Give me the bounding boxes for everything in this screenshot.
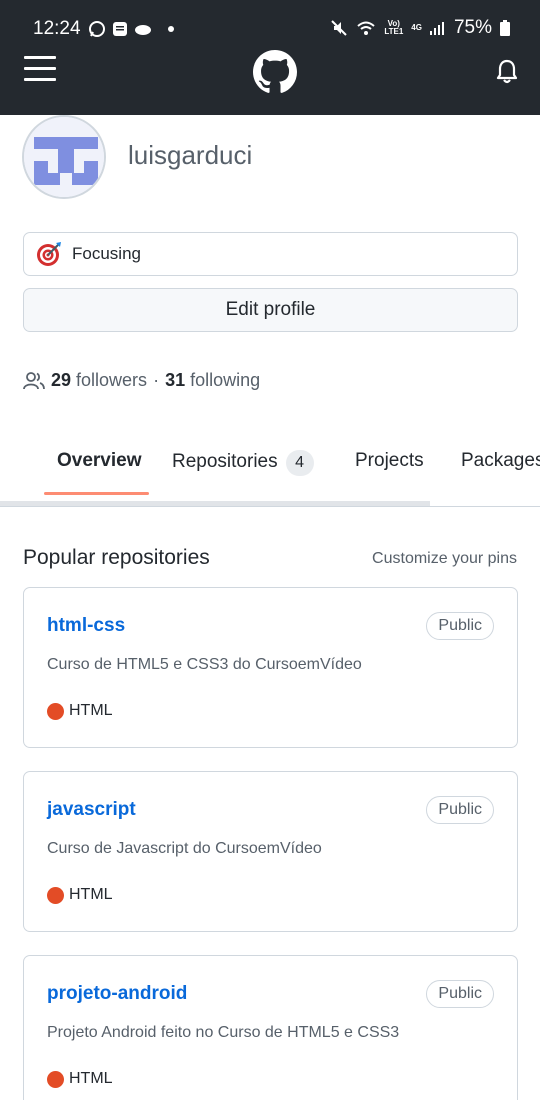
repo-card[interactable]: projeto-android Public Projeto Android f… [23,955,518,1100]
repo-language: HTML [47,886,113,904]
cloud-icon [135,25,151,35]
system-indicators: Vo) LTE1 4G 75% [330,17,510,39]
tab-repositories[interactable]: Repositories 4 [172,450,314,476]
profile-username: luisgarduci [128,140,253,170]
clock: 12:24 [33,18,81,39]
app-header [0,50,540,115]
github-logo[interactable] [252,50,298,94]
target-emoji [37,242,61,266]
mute-icon [331,20,348,36]
repositories-counter: 4 [285,450,314,476]
volte-indicator: Vo) LTE1 [384,19,404,36]
edit-profile-button[interactable]: Edit profile [23,288,518,332]
visibility-badge: Public [426,980,494,1008]
repo-language: HTML [47,702,113,720]
more-notifications-dot [168,26,174,32]
people-icon [23,371,45,389]
separator-dot: · [153,370,160,390]
system-status-bar: 12:24 Vo) LTE1 4G 75% [0,0,540,50]
language-label: HTML [69,886,113,903]
following-count: 31 [165,370,186,390]
following-label: following [190,370,261,390]
wifi-icon [357,21,375,35]
repo-name-link[interactable]: javascript [47,799,136,821]
bell-icon[interactable] [496,58,518,84]
tab-packages[interactable]: Packages [461,450,540,472]
repo-description: Projeto Android feito no Curso de HTML5 … [47,1024,400,1041]
battery-percent: 75% [453,17,492,38]
repo-language: HTML [47,1070,113,1088]
status-text: Focusing [72,244,141,263]
tab-projects[interactable]: Projects [355,450,424,472]
language-label: HTML [69,1070,113,1087]
language-color-dot [47,886,64,904]
followers-label: followers [76,370,148,390]
followers-count: 29 [51,370,72,390]
repo-name-link[interactable]: projeto-android [47,983,187,1005]
visibility-badge: Public [426,796,494,824]
tab-divider [0,506,540,507]
language-color-dot [47,702,64,720]
repo-card[interactable]: html-css Public Curso de HTML5 e CSS3 do… [23,587,518,748]
repo-description: Curso de Javascript do CursoemVídeo [47,840,322,857]
customize-pins-link[interactable]: Customize your pins [372,550,517,568]
repo-name-link[interactable]: html-css [47,615,125,637]
repo-card[interactable]: javascript Public Curso de Javascript do… [23,771,518,932]
whatsapp-icon [89,21,105,37]
visibility-badge: Public [426,612,494,640]
repo-description: Curso de HTML5 e CSS3 do CursoemVídeo [47,656,362,673]
identicon-image [24,117,104,197]
profile-tabs: Overview Repositories 4 Projects Packages [0,440,540,508]
message-icon [113,22,127,36]
avatar[interactable] [22,115,106,199]
following-link[interactable]: 31 following [165,370,260,391]
followers-link[interactable]: 29 followers [51,370,147,391]
tab-overview[interactable]: Overview [57,450,142,472]
hamburger-menu-icon[interactable] [24,56,56,82]
language-label: HTML [69,702,113,719]
popular-repositories-heading: Popular repositories [23,546,210,569]
network-type: 4G [411,23,422,32]
signal-icon [429,22,444,35]
follow-stats: 29 followers · 31 following [23,370,260,391]
language-color-dot [47,1070,64,1088]
user-status[interactable]: Focusing [23,232,518,276]
active-tab-indicator [44,492,149,495]
notification-icons [88,20,174,38]
battery-icon [500,20,510,36]
